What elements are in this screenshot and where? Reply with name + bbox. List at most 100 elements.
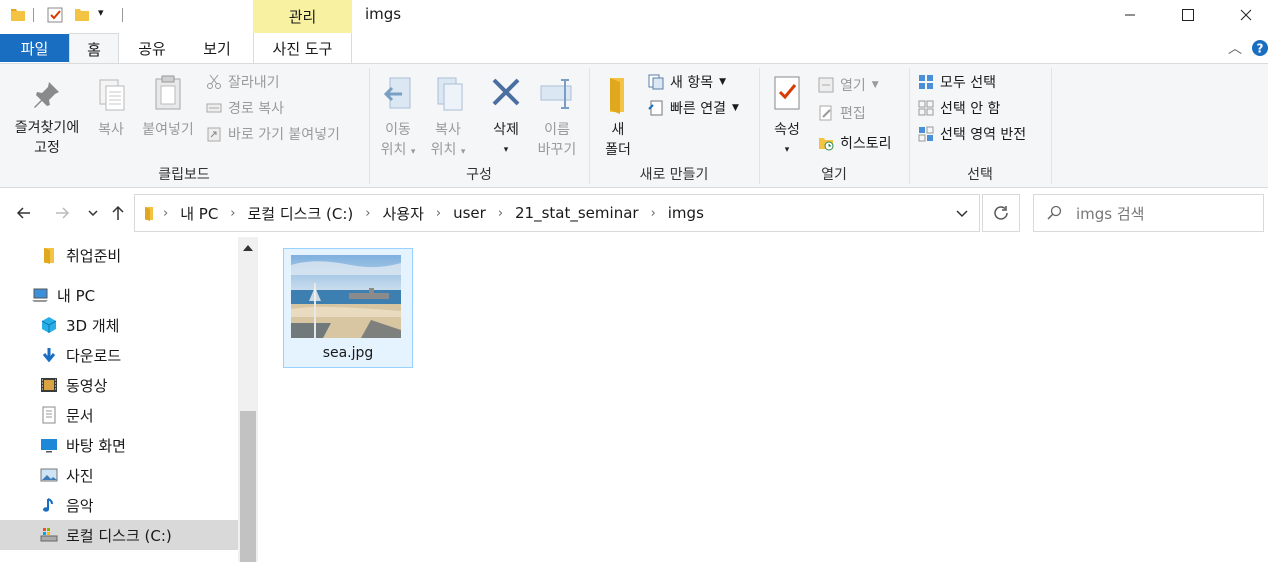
nav-item-3d-objects[interactable]: 3D 개체 xyxy=(0,310,238,340)
chevron-down-icon xyxy=(88,210,98,217)
rename-button[interactable]: 이름 바꾸기 xyxy=(532,74,582,160)
nav-item-this-pc[interactable]: 내 PC xyxy=(0,280,238,310)
customize-quick-access-icon[interactable]: ▾ xyxy=(98,6,104,19)
nav-item-videos[interactable]: 동영상 xyxy=(0,370,238,400)
open-button[interactable]: 열기 ▼ xyxy=(818,74,879,96)
open-label: 열기 xyxy=(840,78,866,94)
tab-home[interactable]: 홈 xyxy=(69,33,119,64)
organize-group-label: 구성 xyxy=(466,167,492,183)
close-button[interactable] xyxy=(1217,0,1268,30)
file-item[interactable]: sea.jpg xyxy=(283,248,413,368)
maximize-button[interactable] xyxy=(1159,0,1217,30)
nav-item-pictures[interactable]: 사진 xyxy=(0,460,238,490)
nav-item-music[interactable]: 음악 xyxy=(0,490,238,520)
nav-item-label: 로컬 디스크 (C:) xyxy=(66,526,172,545)
easy-access-button[interactable]: 빠른 연결 ▼ xyxy=(648,97,739,119)
minimize-button[interactable] xyxy=(1101,0,1159,30)
maximize-icon xyxy=(1182,9,1194,21)
paste-shortcut-button[interactable]: 바로 가기 붙여넣기 xyxy=(206,123,340,145)
copy-path-button[interactable]: 경로 복사 xyxy=(206,97,284,119)
copy-to-button[interactable]: 복사 위치 ▾ xyxy=(424,74,472,162)
crumb-stat-seminar[interactable]: 21_stat_seminar xyxy=(509,204,645,222)
crumb-user[interactable]: user xyxy=(447,204,492,222)
address-bar[interactable]: › 내 PC › 로컬 디스크 (C:) › 사용자 › user › 21_s… xyxy=(134,194,980,232)
tab-view[interactable]: 보기 xyxy=(186,33,248,63)
nav-item-label: 동영상 xyxy=(66,376,108,395)
properties-check-icon[interactable] xyxy=(46,6,64,24)
nav-item-documents[interactable]: 문서 xyxy=(0,400,238,430)
tab-file[interactable]: 파일 xyxy=(0,34,69,62)
nav-item-job-prep[interactable]: 취업준비 xyxy=(0,240,238,270)
nav-item-desktop[interactable]: 바탕 화면 xyxy=(0,430,238,460)
paste-button[interactable]: 붙여넣기 xyxy=(137,74,199,140)
pin-to-quick-access-button[interactable]: 즐겨찾기에 고정 xyxy=(6,78,88,158)
delete-label: 삭제 xyxy=(493,122,519,138)
move-to-button[interactable]: 이동 위치 ▾ xyxy=(375,74,421,162)
cut-label: 잘라내기 xyxy=(228,75,280,91)
title-bar: ▾ 관리 imgs xyxy=(0,0,1268,33)
help-icon[interactable]: ? xyxy=(1251,39,1268,57)
new-item-button[interactable]: 새 항목 ▼ xyxy=(648,71,726,93)
up-button[interactable] xyxy=(106,201,130,225)
search-placeholder: imgs 검색 xyxy=(1076,204,1145,223)
search-box[interactable]: imgs 검색 xyxy=(1033,194,1264,232)
crumb-users[interactable]: 사용자 xyxy=(376,203,429,224)
scrollbar-thumb[interactable] xyxy=(240,411,256,562)
move-to-label-2: 위치 ▾ xyxy=(380,142,416,158)
open-icon xyxy=(818,77,834,93)
cut-button[interactable]: 잘라내기 xyxy=(206,71,280,93)
chevron-right-icon[interactable]: › xyxy=(359,206,376,221)
divider xyxy=(122,8,123,22)
history-button[interactable]: 히스토리 xyxy=(818,132,892,154)
properties-dropdown-icon: ▾ xyxy=(784,145,790,155)
chevron-right-icon[interactable]: › xyxy=(645,206,662,221)
nav-item-label: 내 PC xyxy=(57,286,96,305)
copy-label: 복사 xyxy=(98,122,124,138)
drive-icon xyxy=(40,528,58,542)
address-history-dropdown[interactable] xyxy=(955,206,969,224)
collapse-ribbon-icon[interactable]: ︿ xyxy=(1228,38,1242,58)
edit-button[interactable]: 편집 xyxy=(818,102,866,124)
edit-icon xyxy=(819,105,832,121)
chevron-right-icon[interactable]: › xyxy=(492,206,509,221)
crumb-local-disk[interactable]: 로컬 디스크 (C:) xyxy=(242,203,360,224)
pictures-icon xyxy=(40,468,58,482)
nav-item-label: 사진 xyxy=(66,466,94,485)
chevron-right-icon[interactable]: › xyxy=(430,206,447,221)
history-icon xyxy=(819,138,834,151)
open-dropdown-icon: ▼ xyxy=(871,80,879,90)
crumb-imgs[interactable]: imgs xyxy=(662,204,710,222)
select-none-button[interactable]: 선택 안 함 xyxy=(918,97,1000,119)
select-none-label: 선택 안 함 xyxy=(940,101,1001,117)
context-tab-manage: 관리 xyxy=(253,0,352,33)
new-folder-button[interactable]: 새 폴더 xyxy=(598,74,638,160)
copy-to-label: 복사 xyxy=(435,122,461,138)
pin-icon xyxy=(34,82,59,108)
folder-icon[interactable] xyxy=(9,6,27,24)
nav-item-local-disk[interactable]: 로컬 디스크 (C:) xyxy=(0,520,238,550)
tab-photo-tools[interactable]: 사진 도구 xyxy=(253,33,352,63)
rename-label-2: 바꾸기 xyxy=(537,142,577,158)
new-item-label: 새 항목 xyxy=(670,75,714,91)
back-button[interactable] xyxy=(12,201,36,225)
select-all-button[interactable]: 모두 선택 xyxy=(918,71,996,93)
crumb-this-pc[interactable]: 내 PC xyxy=(174,203,224,224)
copy-button[interactable]: 복사 xyxy=(90,74,132,140)
new-folder-icon[interactable] xyxy=(73,6,91,24)
nav-item-downloads[interactable]: 다운로드 xyxy=(0,340,238,370)
forward-button[interactable] xyxy=(50,201,74,225)
properties-button[interactable]: 속성 ▾ xyxy=(767,74,807,160)
recent-locations-button[interactable] xyxy=(81,201,105,225)
tab-share[interactable]: 공유 xyxy=(124,33,180,63)
invert-selection-button[interactable]: 선택 영역 반전 xyxy=(918,123,1026,145)
paste-shortcut-icon xyxy=(207,127,221,142)
delete-button[interactable]: 삭제 ▾ xyxy=(484,74,528,160)
nav-scrollbar[interactable] xyxy=(238,237,258,562)
new-item-dropdown-icon: ▼ xyxy=(719,77,727,87)
minimize-icon xyxy=(1125,14,1135,16)
paste-shortcut-label: 바로 가기 붙여넣기 xyxy=(228,127,340,143)
scroll-up-icon[interactable] xyxy=(242,243,254,253)
chevron-right-icon[interactable]: › xyxy=(224,206,241,221)
refresh-button[interactable] xyxy=(982,194,1020,232)
divider xyxy=(33,8,34,22)
